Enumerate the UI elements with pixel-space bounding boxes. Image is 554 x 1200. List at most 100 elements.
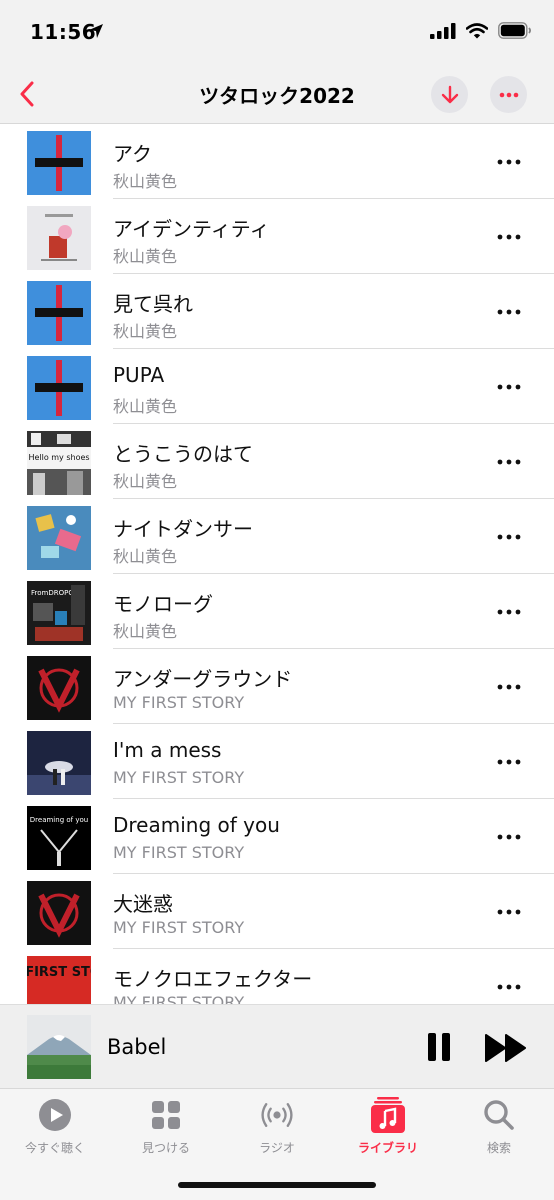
album-art: Dreaming of you bbox=[27, 806, 91, 870]
album-art bbox=[27, 881, 91, 945]
cellular-signal-icon bbox=[430, 22, 456, 39]
now-playing-art bbox=[27, 1015, 91, 1079]
track-row[interactable]: Hello my shoes とうこうのはて 秋山黄色 bbox=[0, 424, 554, 499]
more-dots-icon bbox=[497, 459, 521, 465]
more-dots-icon bbox=[497, 684, 521, 690]
track-artist: 秋山黄色 bbox=[113, 547, 178, 566]
more-dots-icon bbox=[497, 534, 521, 540]
more-dots-icon bbox=[497, 609, 521, 615]
track-title: アイデンティティ bbox=[113, 217, 270, 241]
track-title: モノクロエフェクター bbox=[113, 967, 313, 991]
location-arrow-icon bbox=[89, 24, 103, 38]
fast-forward-button[interactable] bbox=[484, 1033, 528, 1063]
track-row[interactable]: PUPA 秋山黄色 bbox=[0, 349, 554, 424]
track-more-button[interactable] bbox=[494, 377, 524, 397]
now-playing-title: Babel bbox=[107, 1035, 167, 1059]
grid-icon bbox=[152, 1101, 180, 1129]
track-more-button[interactable] bbox=[494, 527, 524, 547]
track-row[interactable]: アイデンティティ 秋山黄色 bbox=[0, 199, 554, 274]
track-row[interactable]: Dreaming of you Dreaming of you MY FIRST… bbox=[0, 799, 554, 874]
track-artist: MY FIRST STORY bbox=[113, 843, 245, 862]
track-artist: 秋山黄色 bbox=[113, 622, 178, 641]
pause-button[interactable] bbox=[425, 1031, 453, 1063]
track-title: PUPA bbox=[113, 363, 165, 387]
more-dots-icon bbox=[499, 92, 518, 97]
more-dots-icon bbox=[497, 984, 521, 990]
album-art bbox=[27, 656, 91, 720]
track-row[interactable]: MY FIRST STORY モノクロエフェクター MY FIRST STORY bbox=[0, 949, 554, 1004]
more-dots-icon bbox=[497, 234, 521, 240]
track-list: アク 秋山黄色 アイデンティティ 秋山黄色 見て呉れ 秋山黄色 PUPA 秋山黄… bbox=[0, 124, 554, 1004]
home-indicator[interactable] bbox=[178, 1182, 376, 1188]
more-dots-icon bbox=[497, 159, 521, 165]
tab-label: 検索 bbox=[486, 1141, 511, 1155]
track-more-button[interactable] bbox=[494, 452, 524, 472]
album-art: Hello my shoes bbox=[27, 431, 91, 495]
track-more-button[interactable] bbox=[494, 302, 524, 322]
track-title: ナイトダンサー bbox=[113, 517, 253, 541]
page-title: ツタロック2022 bbox=[199, 84, 355, 108]
track-artist: 秋山黄色 bbox=[113, 172, 178, 191]
tab-search[interactable]: 検索 bbox=[449, 1097, 549, 1167]
tab-library[interactable]: ライブラリ bbox=[338, 1097, 438, 1167]
status-time: 11:56 bbox=[30, 20, 97, 44]
track-more-button[interactable] bbox=[494, 827, 524, 847]
track-title: とうこうのはて bbox=[113, 442, 253, 466]
track-artist: 秋山黄色 bbox=[113, 322, 178, 341]
album-art-text: Hello my shoes bbox=[28, 453, 89, 462]
track-title: アク bbox=[113, 142, 152, 166]
album-art bbox=[27, 281, 91, 345]
more-dots-icon bbox=[497, 759, 521, 765]
more-dots-icon bbox=[497, 909, 521, 915]
track-row[interactable]: 見て呉れ 秋山黄色 bbox=[0, 274, 554, 349]
tab-listen-now[interactable]: 今すぐ聴く bbox=[5, 1097, 105, 1167]
track-row[interactable]: FromDROPOUT モノローグ 秋山黄色 bbox=[0, 574, 554, 649]
album-art bbox=[27, 506, 91, 570]
album-art bbox=[27, 356, 91, 420]
download-arrow-icon bbox=[441, 85, 458, 103]
track-title: アンダーグラウンド bbox=[113, 667, 293, 691]
playlist-more-button[interactable] bbox=[490, 76, 527, 113]
track-row[interactable]: 大迷惑 MY FIRST STORY bbox=[0, 874, 554, 949]
download-button[interactable] bbox=[431, 76, 468, 113]
play-circle-icon bbox=[39, 1099, 71, 1131]
track-more-button[interactable] bbox=[494, 602, 524, 622]
track-artist: MY FIRST STORY bbox=[113, 693, 245, 712]
track-row[interactable]: アンダーグラウンド MY FIRST STORY bbox=[0, 649, 554, 724]
navigation-header: ツタロック2022 bbox=[0, 64, 554, 124]
wifi-icon bbox=[466, 22, 488, 38]
track-more-button[interactable] bbox=[494, 902, 524, 922]
track-row[interactable]: ナイトダンサー 秋山黄色 bbox=[0, 499, 554, 574]
track-title: モノローグ bbox=[113, 592, 213, 616]
track-artist: MY FIRST STORY bbox=[113, 993, 245, 1004]
album-art bbox=[27, 731, 91, 795]
album-art bbox=[27, 206, 91, 270]
album-art-text: Dreaming of you bbox=[30, 816, 88, 824]
search-icon bbox=[484, 1100, 514, 1130]
tab-label: 今すぐ聴く bbox=[24, 1141, 85, 1155]
tab-browse[interactable]: 見つける bbox=[116, 1097, 216, 1167]
track-more-button[interactable] bbox=[494, 752, 524, 772]
tab-radio[interactable]: ラジオ bbox=[227, 1097, 327, 1167]
track-title: 大迷惑 bbox=[113, 892, 173, 916]
status-bar: 11:56 bbox=[0, 0, 554, 64]
track-more-button[interactable] bbox=[494, 977, 524, 997]
track-row[interactable]: アク 秋山黄色 bbox=[0, 124, 554, 199]
more-dots-icon bbox=[497, 834, 521, 840]
track-row[interactable]: I'm a mess MY FIRST STORY bbox=[0, 724, 554, 799]
album-art: MY FIRST STORY bbox=[27, 956, 91, 1004]
track-more-button[interactable] bbox=[494, 152, 524, 172]
track-artist: 秋山黄色 bbox=[113, 472, 178, 491]
mini-player[interactable]: Babel bbox=[0, 1004, 554, 1088]
track-artist: MY FIRST STORY bbox=[113, 918, 245, 937]
status-indicators bbox=[430, 22, 532, 39]
music-library-icon bbox=[371, 1097, 405, 1133]
track-more-button[interactable] bbox=[494, 677, 524, 697]
track-artist: 秋山黄色 bbox=[113, 397, 178, 416]
track-title: 見て呉れ bbox=[113, 292, 193, 316]
battery-icon bbox=[498, 22, 531, 39]
album-art: FromDROPOUT bbox=[27, 581, 91, 645]
more-dots-icon bbox=[497, 384, 521, 390]
track-more-button[interactable] bbox=[494, 227, 524, 247]
track-title: Dreaming of you bbox=[113, 813, 280, 837]
